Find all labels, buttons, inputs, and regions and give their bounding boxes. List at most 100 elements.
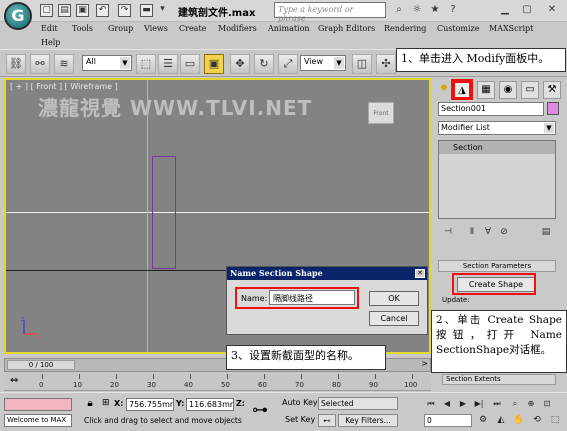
annotation-step-1: 1、单击进入 Modify面板中。 [396,48,566,72]
pan-icon[interactable]: ✋ [512,414,526,427]
ok-button[interactable]: OK [369,291,419,306]
pivot-center-icon[interactable]: ◫ [352,54,372,74]
play-icon[interactable]: ▶ [456,397,470,410]
track-bar[interactable]: ⇔ 0 10 20 30 40 50 60 70 80 90 100 [4,373,431,391]
update-label: Update: [442,296,470,304]
menu-customize[interactable]: Customize [437,24,480,33]
menu-edit[interactable]: Edit [41,24,58,33]
tick [42,374,43,379]
viewcube[interactable]: Front [368,102,394,124]
pin-stack-icon[interactable]: ⊣ [442,226,454,238]
modifier-list-select[interactable]: Modifier List ▼ [438,121,556,135]
key-mode-select[interactable]: Selected [318,397,398,410]
menu-group[interactable]: Group [108,24,133,33]
shape-name-input[interactable]: 隔脚线路径 [269,290,355,305]
utilities-tab-icon[interactable]: ⚒ [543,81,561,99]
next-frame-icon[interactable]: ▶| [472,397,486,410]
y-coordinate-field[interactable]: 116.683mr [186,398,234,411]
search-icon[interactable]: ⌕ [392,3,406,17]
menu-modifiers[interactable]: Modifiers [218,24,257,33]
welcome-field[interactable]: Welcome to MAX [4,414,72,427]
go-to-end-icon[interactable]: ⏭ [490,397,504,410]
previous-frame-icon[interactable]: ◀ [440,397,454,410]
hierarchy-tab-icon[interactable]: ▦ [477,81,495,99]
close-icon[interactable]: ✕ [415,269,425,278]
menu-tools[interactable]: Tools [72,24,93,33]
zoom-icon[interactable]: ⌕ [508,397,522,410]
field-of-view-icon[interactable]: ◭ [494,414,508,427]
close-icon[interactable]: ✕ [545,3,559,17]
redo-icon[interactable]: ↷ [118,4,131,17]
cancel-button[interactable]: Cancel [369,311,419,326]
orbit-icon[interactable]: ⟲ [530,414,544,427]
section-parameters-rollout[interactable]: Section Parameters [438,260,556,272]
maximize-icon[interactable]: ▢ [520,3,534,17]
select-and-manipulate-icon[interactable]: ✣ [376,54,396,74]
time-config-icon[interactable]: ⚙ [476,414,490,427]
object-name-input[interactable]: Section001 [438,102,544,116]
new-file-icon[interactable]: ▢ [40,4,53,17]
select-and-scale-icon[interactable]: ⤢ [278,54,298,74]
section-outline[interactable] [152,156,176,269]
menu-rendering[interactable]: Rendering [384,24,426,33]
menu-create[interactable]: Create [179,24,206,33]
reference-coordinate-select[interactable]: View ▼ [300,55,346,71]
select-by-name-icon[interactable]: ☰ [158,54,178,74]
minimize-icon[interactable]: ▁ [498,3,512,17]
x-coordinate-field[interactable]: 756.755mr [126,398,174,411]
select-and-rotate-icon[interactable]: ↻ [254,54,274,74]
undo-icon[interactable]: ↶ [96,4,109,17]
motion-tab-icon[interactable]: ◉ [499,81,517,99]
menu-help[interactable]: Help [41,38,60,47]
remove-modifier-icon[interactable]: ⊘ [498,226,510,238]
curve-editor-icon[interactable]: ⇔ [10,375,18,386]
viewport-label[interactable]: [ + ] [ Front ] [ Wireframe ] [10,82,118,91]
stack-item-section[interactable]: Section [439,141,555,154]
display-tab-icon[interactable]: ▭ [521,81,539,99]
section-extents-rollout[interactable]: Section Extents [442,374,556,385]
set-key-label[interactable]: Set Key [285,415,315,424]
tick-label: 30 [147,381,156,389]
select-and-link-icon[interactable]: ⛓ [6,54,26,74]
hold-icon[interactable]: ▬ [140,4,153,17]
save-file-icon[interactable]: ▣ [76,4,89,17]
make-unique-icon[interactable]: ∀ [482,226,494,238]
next-frame-icon[interactable]: > [421,359,428,368]
time-slider-thumb[interactable]: 0 / 100 [7,360,75,370]
open-file-icon[interactable]: ▤ [58,4,71,17]
go-to-start-icon[interactable]: ⏮ [424,397,438,410]
maxscript-listener[interactable] [4,398,72,411]
selection-region-icon[interactable]: ▭ [180,54,200,74]
help-icon[interactable]: ? [446,3,460,17]
configure-modifier-sets-icon[interactable]: ▤ [540,226,552,238]
search-input[interactable]: Type a keyword or phrase [274,2,386,23]
quick-access-dropdown-icon[interactable]: ▾ [156,4,169,17]
menu-views[interactable]: Views [144,24,168,33]
lock-selection-icon[interactable]: 🔒︎ [84,398,96,410]
maximize-viewport-icon[interactable]: ⬚ [548,414,562,427]
menu-animation[interactable]: Animation [268,24,310,33]
menu-graph-editors[interactable]: Graph Editors [318,24,375,33]
favorites-icon[interactable]: ★ [428,3,442,17]
key-filter-icon[interactable]: ⊷ [318,414,336,427]
show-end-result-icon[interactable]: Ⅱ [466,226,478,238]
communication-icon[interactable]: ☼ [410,3,424,17]
app-logo-button[interactable]: G [4,2,32,30]
auto-key-label[interactable]: Auto Key [282,398,318,407]
set-key-icon[interactable]: ⊶ [252,402,268,418]
modifier-stack[interactable]: Section [438,140,556,219]
select-object-icon[interactable]: ⬚ [136,54,156,74]
selection-filter-select[interactable]: All ▼ [82,55,132,71]
selection-filter-value: All [86,57,96,66]
select-and-move-icon[interactable]: ✥ [230,54,250,74]
menu-maxscript[interactable]: MAXScript [489,24,533,33]
key-filters-button[interactable]: Key Filters... [338,414,398,427]
window-crossing-icon[interactable]: ▣ [204,54,224,74]
unlink-icon[interactable]: ⚯ [30,54,50,74]
zoom-all-icon[interactable]: ⊕ [524,397,538,410]
current-frame-field[interactable]: 0 [424,414,472,427]
absolute-mode-icon[interactable]: ⊞ [102,398,110,408]
object-color-swatch[interactable] [547,102,559,115]
zoom-extents-icon[interactable]: ⊡ [540,397,554,410]
bind-space-warp-icon[interactable]: ≋ [54,54,74,74]
